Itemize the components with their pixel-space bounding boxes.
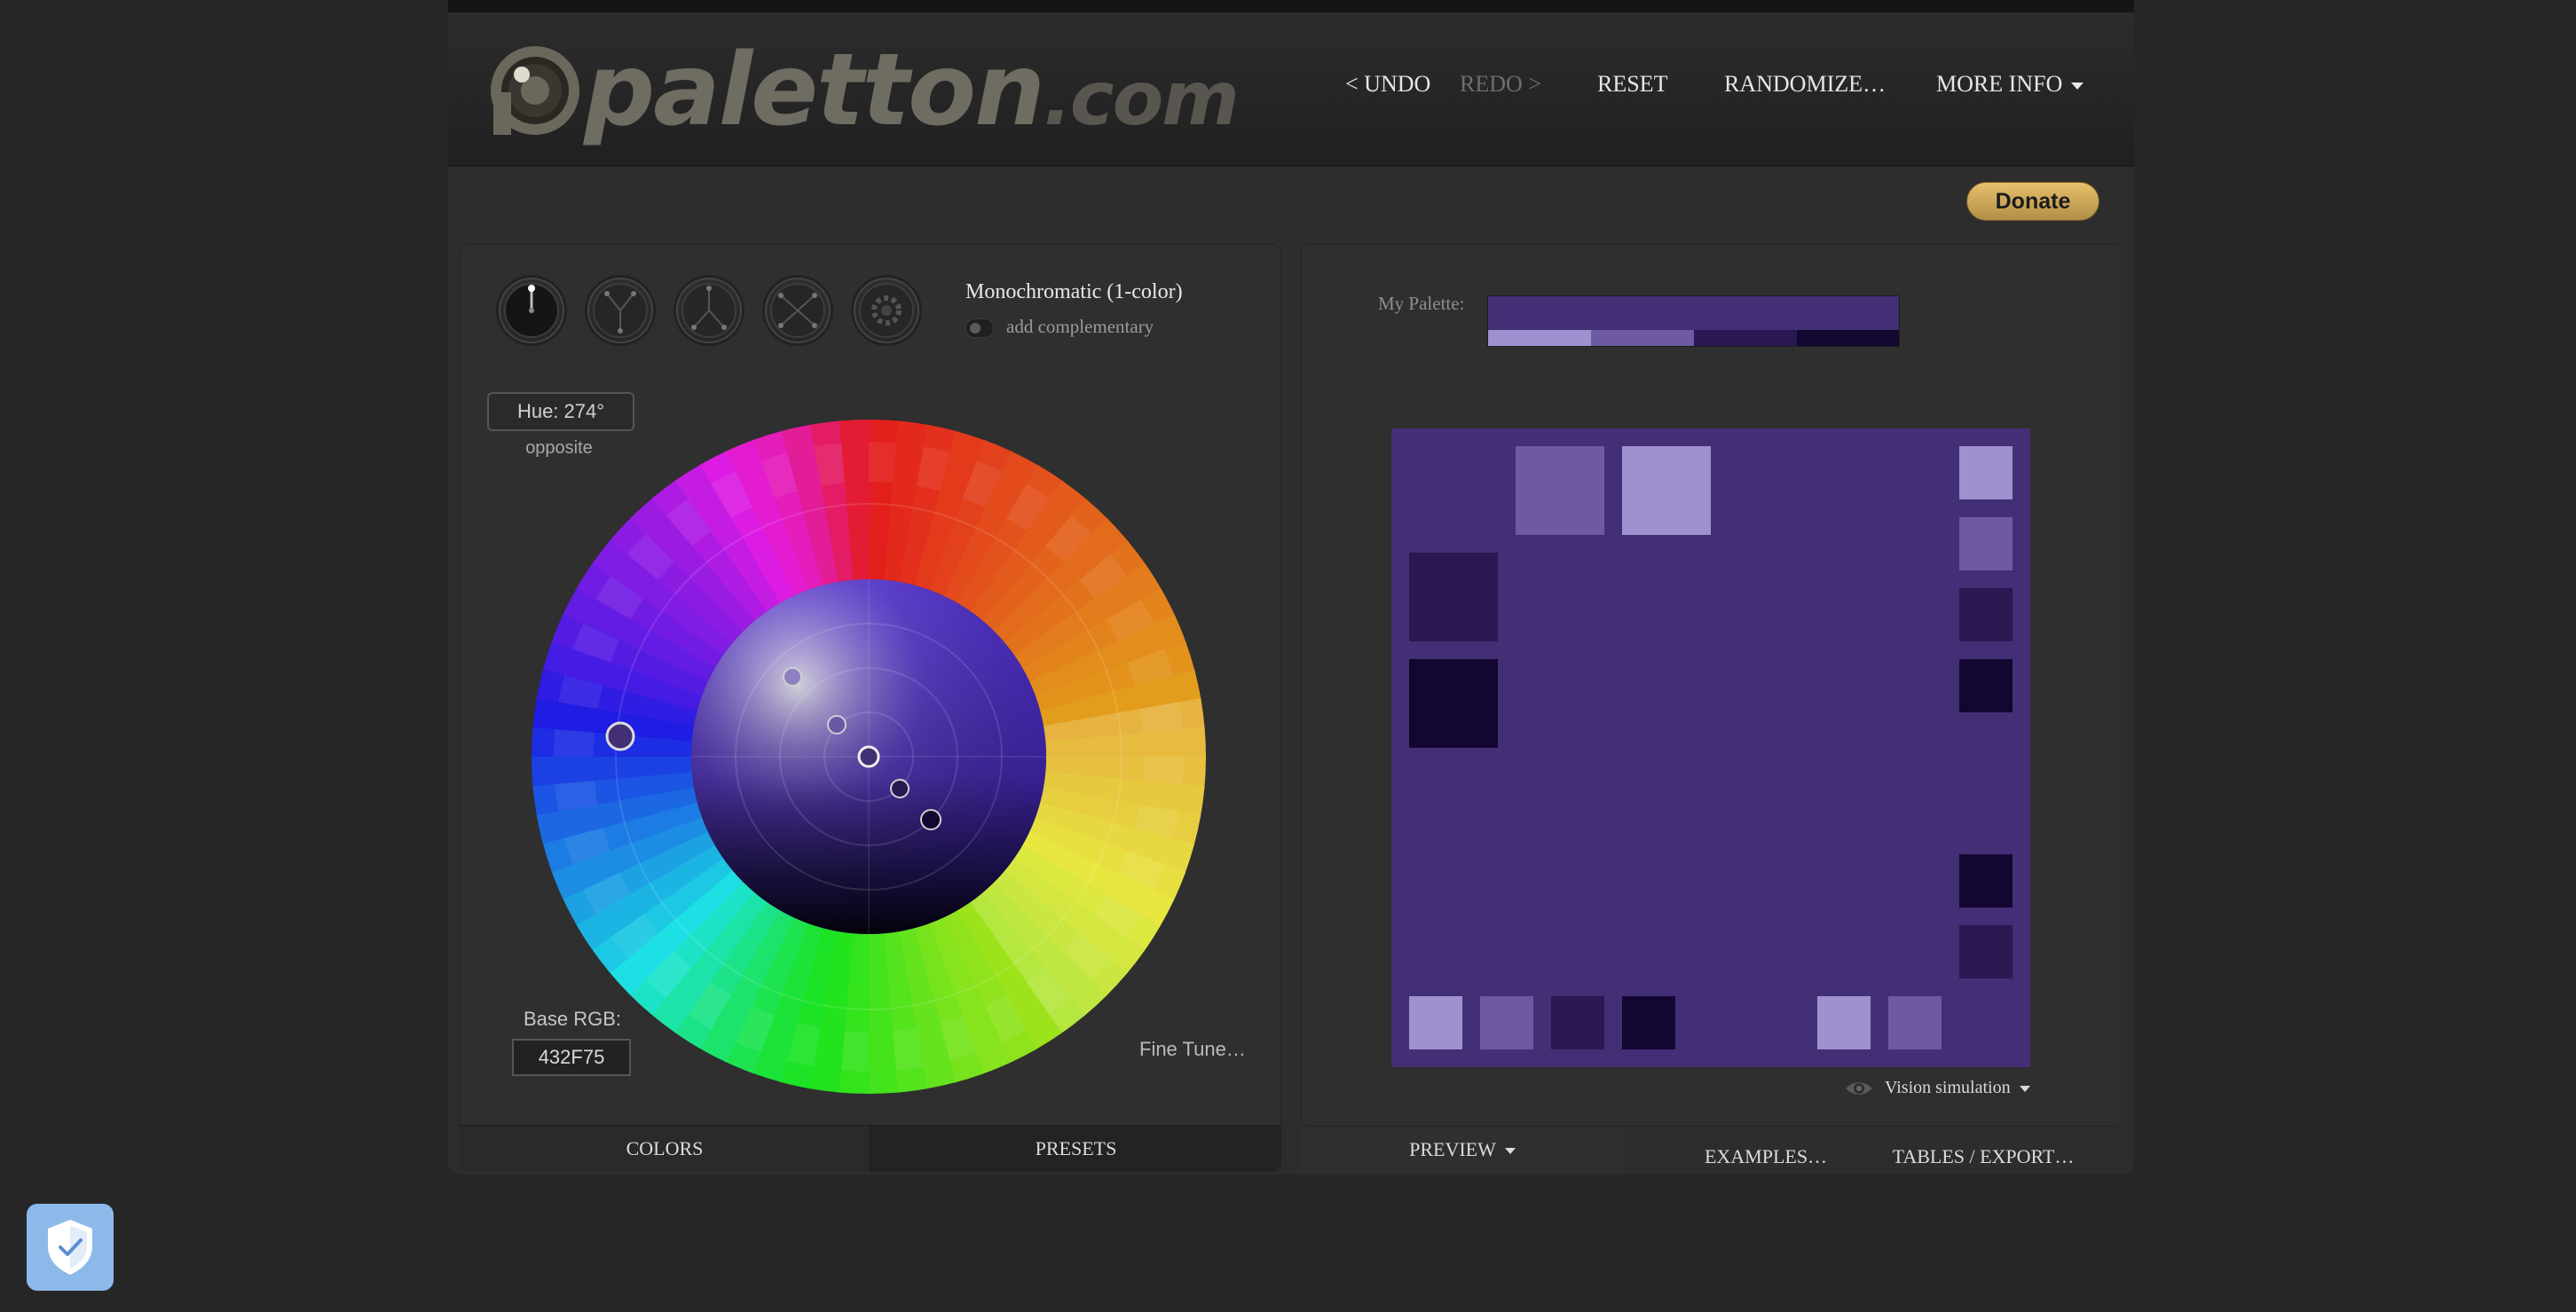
base-rgb-label: Base RGB: bbox=[523, 1008, 622, 1030]
free-style-scheme-icon bbox=[859, 283, 914, 338]
chevron-down-icon bbox=[2071, 82, 2084, 90]
chevron-down-icon bbox=[2019, 1085, 2030, 1092]
paletton-logo-icon bbox=[491, 46, 579, 135]
shade-dot-darkest bbox=[920, 809, 941, 830]
add-complementary-toggle[interactable]: add complementary bbox=[965, 316, 1154, 339]
mono-scheme-button[interactable] bbox=[499, 278, 564, 343]
randomize-button[interactable]: RANDOMIZE… bbox=[1724, 71, 1886, 98]
wheel-tooth bbox=[869, 442, 896, 483]
tetrad-scheme-button[interactable] bbox=[765, 278, 831, 343]
hue-handle bbox=[605, 721, 635, 751]
triad-scheme-icon bbox=[681, 283, 737, 338]
tab-examples[interactable]: EXAMPLES… bbox=[1677, 1134, 1855, 1180]
top-strip bbox=[448, 0, 2134, 12]
vision-simulation-menu[interactable]: Vision simulation bbox=[1844, 1078, 2030, 1098]
redo-button[interactable]: REDO > bbox=[1460, 71, 1541, 98]
tab-preview-label: PREVIEW bbox=[1409, 1138, 1496, 1160]
tab-preview[interactable]: PREVIEW bbox=[1301, 1127, 1624, 1173]
more-info-menu[interactable]: MORE INFO bbox=[1936, 71, 2084, 98]
shade-dot-mid bbox=[827, 715, 847, 735]
palette-base-swatch bbox=[1488, 296, 1899, 330]
palette-swatch-dark bbox=[1694, 330, 1797, 346]
wheel-tooth bbox=[554, 729, 595, 757]
mono-scheme-icon bbox=[504, 283, 559, 338]
tab-colors[interactable]: COLORS bbox=[460, 1125, 870, 1172]
add-complementary-label: add complementary bbox=[1006, 316, 1154, 337]
free-style-scheme-button[interactable] bbox=[854, 278, 919, 343]
preview-swatch bbox=[1551, 996, 1604, 1049]
reset-button[interactable]: RESET bbox=[1597, 71, 1667, 98]
preview-swatch bbox=[1622, 446, 1711, 535]
preview-swatch bbox=[1959, 925, 2013, 978]
wheel-tooth bbox=[841, 1030, 869, 1072]
toggle-switch[interactable] bbox=[965, 318, 994, 339]
preview-swatch bbox=[1817, 996, 1871, 1049]
scheme-title: Monochromatic (1-color) bbox=[965, 280, 1183, 303]
undo-button[interactable]: < UNDO bbox=[1345, 71, 1430, 98]
shield-check-icon bbox=[48, 1220, 92, 1275]
my-palette-label: My Palette: bbox=[1378, 293, 1465, 314]
color-wheel[interactable] bbox=[532, 420, 1206, 1094]
preview-swatch bbox=[1409, 659, 1498, 748]
preview-swatch bbox=[1959, 517, 2013, 570]
wheel-tooth bbox=[1142, 757, 1184, 784]
shade-dot-light bbox=[783, 667, 802, 687]
preview-swatch bbox=[1959, 588, 2013, 641]
vision-simulation-label: Vision simulation bbox=[1885, 1078, 2011, 1097]
more-info-label: MORE INFO bbox=[1936, 71, 2063, 97]
preview-swatch bbox=[1888, 996, 1942, 1049]
eye-icon bbox=[1846, 1082, 1872, 1096]
tab-presets[interactable]: PRESETS bbox=[870, 1125, 1281, 1172]
preview-swatch bbox=[1409, 553, 1498, 641]
fine-tune-link[interactable]: Fine Tune… bbox=[1139, 1038, 1246, 1061]
preview-swatch bbox=[1959, 446, 2013, 499]
logo[interactable]: paletton.com bbox=[486, 28, 1240, 153]
adjacent-scheme-button[interactable] bbox=[587, 278, 653, 343]
palette-swatch-darkest bbox=[1797, 330, 1899, 346]
tetrad-scheme-icon bbox=[770, 283, 825, 338]
preview-swatch bbox=[1959, 659, 2013, 712]
chevron-down-icon bbox=[1504, 1148, 1516, 1155]
preview-swatch bbox=[1516, 446, 1604, 535]
logo-suffix: .com bbox=[1043, 55, 1240, 142]
preview-swatch bbox=[1622, 996, 1675, 1049]
logo-name: paletton bbox=[584, 33, 1045, 148]
adjacent-scheme-icon bbox=[593, 283, 648, 338]
palette-swatch-lightest bbox=[1488, 330, 1591, 346]
preview-swatch bbox=[1409, 996, 1462, 1049]
privacy-shield-button[interactable] bbox=[27, 1204, 114, 1291]
shade-dot-dark bbox=[890, 779, 910, 798]
logo-text: paletton.com bbox=[584, 28, 1240, 161]
preview-swatch bbox=[1959, 854, 2013, 907]
base-rgb-input[interactable] bbox=[512, 1039, 631, 1076]
shade-dot-base bbox=[857, 745, 880, 768]
palette-swatch-light bbox=[1591, 330, 1694, 346]
palette-preview bbox=[1391, 428, 2030, 1067]
my-palette-strip bbox=[1487, 295, 1900, 347]
donate-button[interactable]: Donate bbox=[1966, 182, 2099, 221]
tab-tables-export[interactable]: TABLES / EXPORT… bbox=[1872, 1134, 2094, 1180]
triad-scheme-button[interactable] bbox=[676, 278, 742, 343]
preview-swatch bbox=[1480, 996, 1533, 1049]
